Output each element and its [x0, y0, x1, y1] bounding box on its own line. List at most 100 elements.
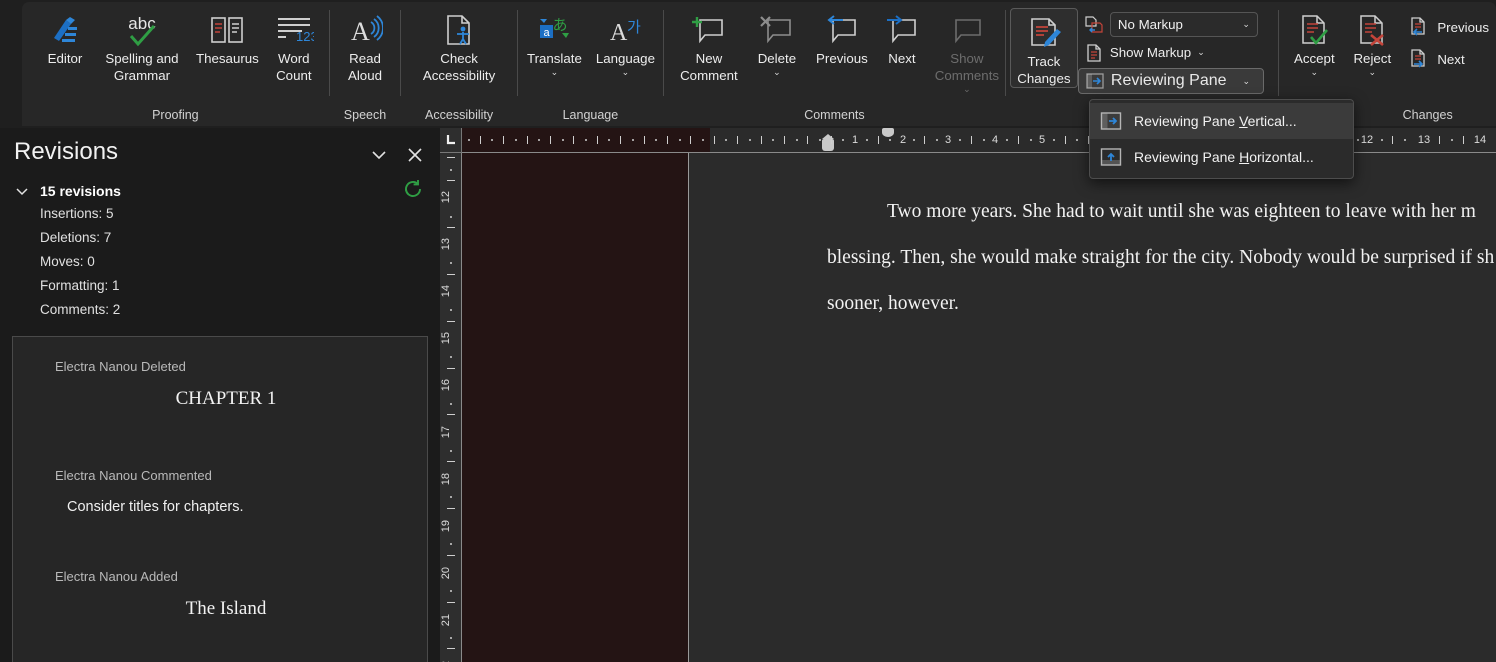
ribbon-group-comments: New Comment Delete ⌄ [664, 2, 1005, 126]
previous-comment-icon [823, 10, 861, 50]
display-for-review-row[interactable]: No Markup ⌄ [1078, 12, 1264, 37]
new-comment-button[interactable]: New Comment [672, 6, 746, 84]
ruler-dot [450, 543, 452, 545]
chevron-down-icon[interactable]: ⌄ [551, 67, 559, 78]
previous-change-label: Previous [1437, 20, 1489, 35]
show-markup-row[interactable]: Show Markup ⌄ [1078, 40, 1264, 65]
paragraph: sooner, however. [827, 281, 1496, 327]
ruler-mark: 18 [440, 473, 462, 485]
close-icon[interactable] [404, 144, 426, 166]
ruler-tick [1018, 136, 1019, 144]
ruler-dot [491, 139, 493, 141]
ruler-tick [737, 136, 738, 144]
delete-comment-button[interactable]: Delete ⌄ [746, 6, 808, 78]
ruler-tick [690, 136, 691, 144]
ruler-mark: 3 [945, 128, 951, 153]
ribbon-group-label-speech: Speech [330, 104, 401, 126]
left-indent-marker[interactable] [822, 139, 834, 151]
menu-item-reviewing-pane-horizontal[interactable]: Reviewing Pane Horizontal... [1090, 139, 1353, 175]
ruler-dot [450, 309, 452, 311]
chevron-down-icon[interactable]: ⌄ [1242, 19, 1250, 30]
svg-text:가: 가 [627, 19, 641, 36]
document-page[interactable]: Two more years. She had to wait until sh… [688, 153, 1496, 662]
previous-change-icon [1408, 16, 1430, 38]
ruler-tick [447, 321, 455, 322]
revisions-list[interactable]: Electra Nanou Deleted CHAPTER 1 Electra … [12, 336, 428, 662]
ruler-mark: 20 [440, 567, 462, 579]
chevron-down-icon[interactable]: ⌄ [1369, 67, 1377, 78]
reject-button[interactable]: Reject ⌄ [1343, 6, 1401, 78]
spelling-grammar-label: Spelling and Grammar [105, 50, 178, 84]
chevron-down-icon[interactable] [14, 183, 30, 199]
chevron-down-icon[interactable]: ⌄ [622, 67, 630, 78]
reviewing-pane-menu[interactable]: Reviewing Pane Vertical... Reviewing Pan… [1089, 99, 1354, 179]
previous-comment-button[interactable]: Previous [808, 6, 876, 67]
vertical-ruler[interactable]: 1213141516171819202122 [440, 153, 462, 662]
previous-comment-label: Previous [816, 50, 868, 67]
spelling-grammar-button[interactable]: abc Spelling and Grammar [94, 6, 190, 84]
check-accessibility-button[interactable]: Check Accessibility [405, 6, 513, 84]
chevron-down-icon[interactable] [368, 144, 390, 166]
page-title: Revisions [14, 138, 118, 166]
ruler-dot [679, 139, 681, 141]
menu-item-reviewing-pane-vertical[interactable]: Reviewing Pane Vertical... [1090, 103, 1353, 139]
list-item[interactable]: Electra Nanou Commented Consider titles … [13, 410, 427, 515]
list-item[interactable]: Electra Nanou Deleted CHAPTER 1 [13, 337, 427, 410]
left-tab-stop-icon[interactable] [440, 128, 462, 153]
document-body[interactable]: Two more years. She had to wait until sh… [689, 153, 1496, 327]
translate-button[interactable]: a あ Translate ⌄ [519, 6, 589, 78]
read-aloud-button[interactable]: A Read Aloud [335, 6, 395, 84]
ruler-tick [878, 136, 879, 144]
show-comments-button: Show Comments ⌄ [928, 6, 1006, 95]
editor-button[interactable]: Editor [36, 6, 94, 67]
ruler-dot [450, 637, 452, 639]
language-icon: A 가 [607, 10, 643, 50]
language-button[interactable]: A 가 Language ⌄ [589, 6, 661, 78]
document-canvas: Two more years. She had to wait until sh… [462, 153, 1496, 662]
revisions-pane: Revisions 15 revisions [0, 128, 440, 662]
tracking-options: No Markup ⌄ [1078, 6, 1264, 94]
reviewing-pane-button[interactable]: Reviewing Pane ⌄ [1078, 68, 1264, 94]
ruler-tick [924, 136, 925, 144]
refresh-icon[interactable] [402, 178, 424, 200]
ribbon-group-language: a あ Translate ⌄ A 가 [518, 2, 663, 126]
thesaurus-button[interactable]: Thesaurus [190, 6, 265, 67]
chevron-down-icon[interactable]: ⌄ [773, 67, 781, 78]
read-aloud-icon: A [347, 10, 383, 50]
word-count-button[interactable]: 123 Word Count [265, 6, 323, 84]
track-changes-button[interactable]: Track Changes [1010, 8, 1078, 88]
chevron-down-icon[interactable]: ⌄ [1243, 76, 1251, 87]
next-comment-icon [883, 10, 921, 50]
ruler-tick [447, 180, 455, 181]
next-change-row[interactable]: Next [1401, 44, 1496, 74]
revision-author: Electra Nanou Added [55, 547, 427, 584]
first-line-indent-marker[interactable] [882, 128, 894, 137]
ruler-mark: 14 [1474, 128, 1486, 153]
display-for-review-combo[interactable]: No Markup ⌄ [1110, 12, 1258, 37]
accept-button[interactable]: Accept ⌄ [1285, 6, 1343, 78]
menu-item-horizontal-label: Reviewing Pane Horizontal... [1134, 149, 1314, 165]
svg-text:123: 123 [296, 29, 314, 44]
list-item[interactable]: Electra Nanou Added The Island [13, 515, 427, 620]
ruler-tick [447, 508, 455, 509]
ruler-mark: 12 [440, 191, 462, 203]
ruler-dot [450, 403, 452, 405]
language-label: Language [596, 50, 655, 67]
ribbon-group-speech: A Read Aloud Speech [330, 2, 401, 126]
ruler-tick [447, 461, 455, 462]
svg-text:a: a [544, 27, 551, 39]
reject-change-icon [1355, 10, 1389, 50]
revision-text: CHAPTER 1 [55, 374, 427, 410]
next-comment-button[interactable]: Next [876, 6, 928, 67]
chevron-down-icon[interactable]: ⌄ [1311, 67, 1319, 78]
revisions-summary-header[interactable]: 15 revisions [0, 180, 440, 202]
previous-change-row[interactable]: Previous [1401, 12, 1496, 42]
next-comment-label: Next [888, 50, 915, 67]
ruler-dot [1451, 139, 1453, 141]
ruler-tick [597, 136, 598, 144]
thesaurus-book-icon [209, 10, 245, 50]
chevron-down-icon[interactable]: ⌄ [1197, 47, 1205, 58]
ruler-mark: 5 [1039, 128, 1045, 153]
svg-text:あ: あ [553, 17, 568, 34]
show-markup-label: Show Markup [1110, 45, 1191, 60]
